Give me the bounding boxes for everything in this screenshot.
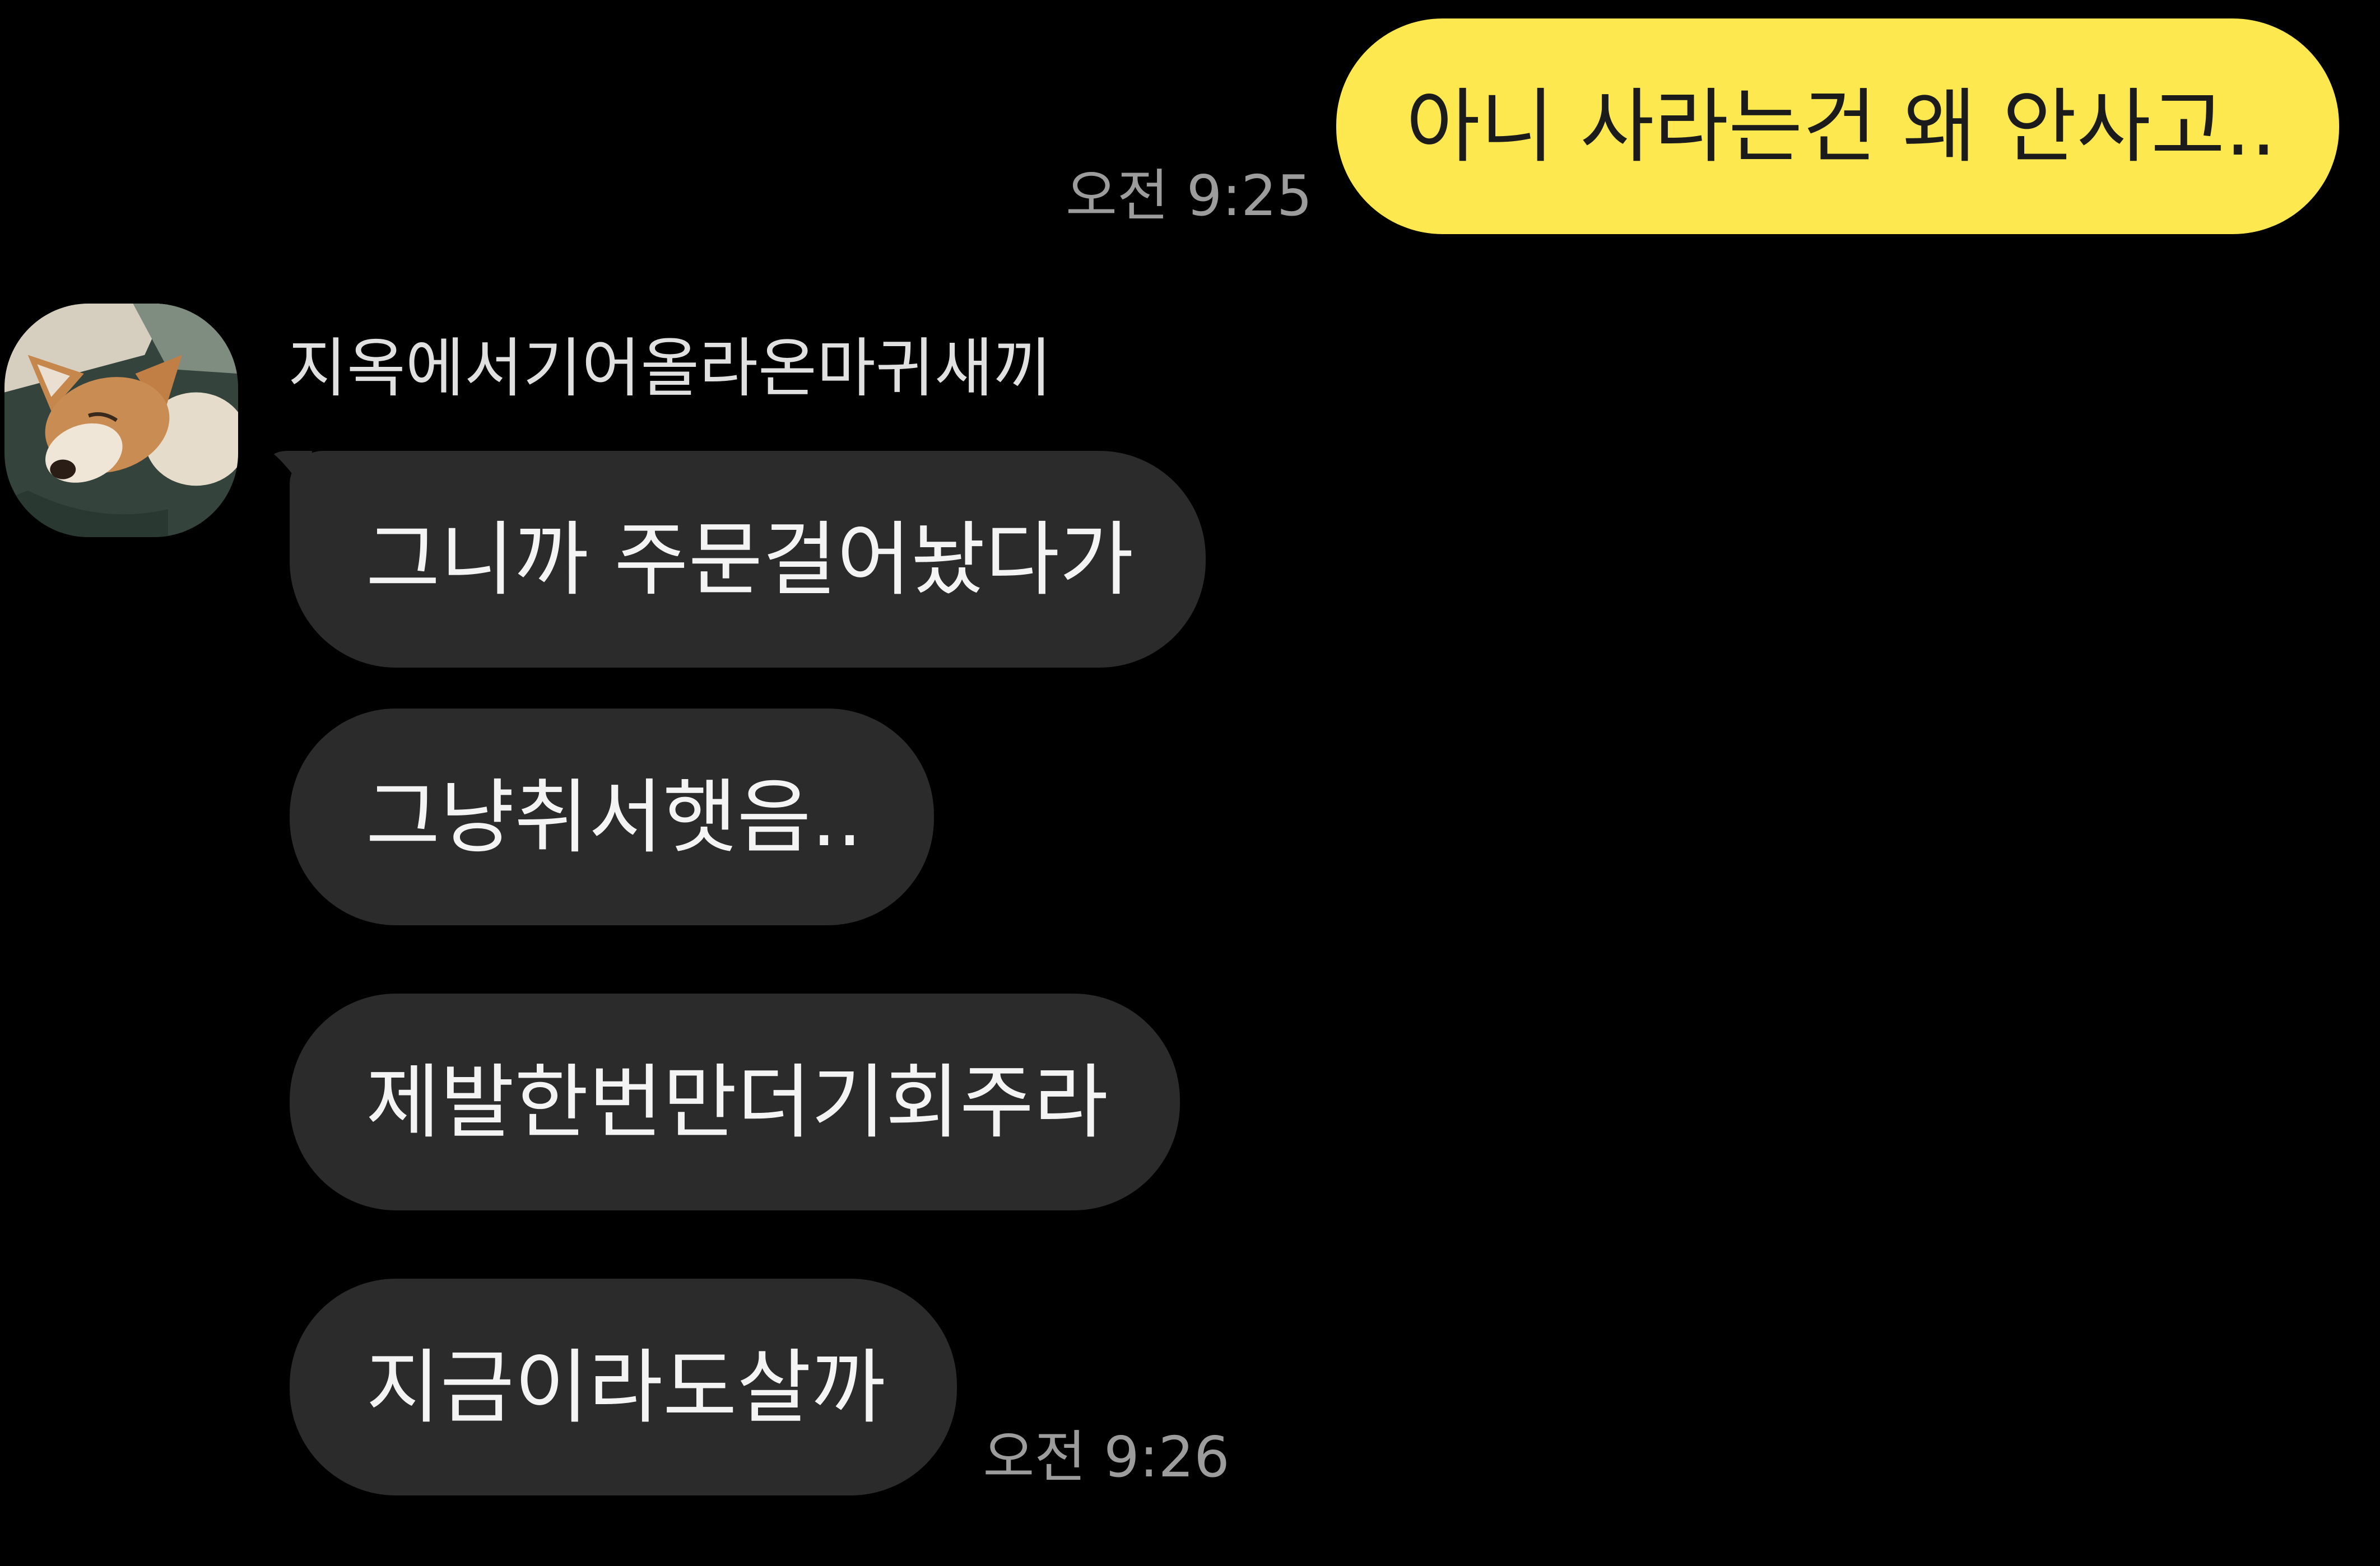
sender-name: 지옥에서기어올라온마귀새끼 <box>288 331 1052 406</box>
received-message-bubble[interactable]: 제발한번만더기회주라 <box>290 994 1180 1210</box>
received-message-text: 지금이라도살까 <box>366 1340 886 1434</box>
sent-message-text: 아니 사라는건 왜 안사고.. <box>1406 79 2276 174</box>
received-message-row: 지금이라도살까 오전 9:26 <box>290 1279 1230 1495</box>
received-message-row: 그니까 주문걸어놨다가 <box>274 451 1206 668</box>
received-message-text: 그니까 주문걸어놨다가 <box>366 512 1134 607</box>
received-message-bubble[interactable]: 그니까 주문걸어놨다가 <box>274 451 1206 668</box>
bubble-tail <box>274 451 312 501</box>
sent-message-bubble[interactable]: 아니 사라는건 왜 안사고.. <box>1336 18 2339 234</box>
received-message-row: 제발한번만더기회주라 <box>290 994 1180 1210</box>
received-message-text: 제발한번만더기회주라 <box>366 1055 1108 1149</box>
received-message-bubble[interactable]: 지금이라도살까 <box>290 1279 957 1495</box>
received-message-bubble[interactable]: 그냥취서햇음.. <box>290 709 935 925</box>
sent-message-row: 오전 9:25 아니 사라는건 왜 안사고.. <box>1066 18 2339 234</box>
avatar-image <box>4 304 238 537</box>
corgi-avatar-icon[interactable] <box>4 304 238 537</box>
received-message-time: 오전 9:26 <box>983 1424 1230 1490</box>
received-message-text: 그냥취서햇음.. <box>366 770 863 864</box>
sent-message-time: 오전 9:25 <box>1065 163 1313 229</box>
received-message-list: 그니까 주문걸어놨다가 그냥취서햇음.. 제발한번만더기회주라 지금이라도살까 … <box>274 451 1230 1495</box>
received-message-row: 그냥취서햇음.. <box>290 709 935 925</box>
